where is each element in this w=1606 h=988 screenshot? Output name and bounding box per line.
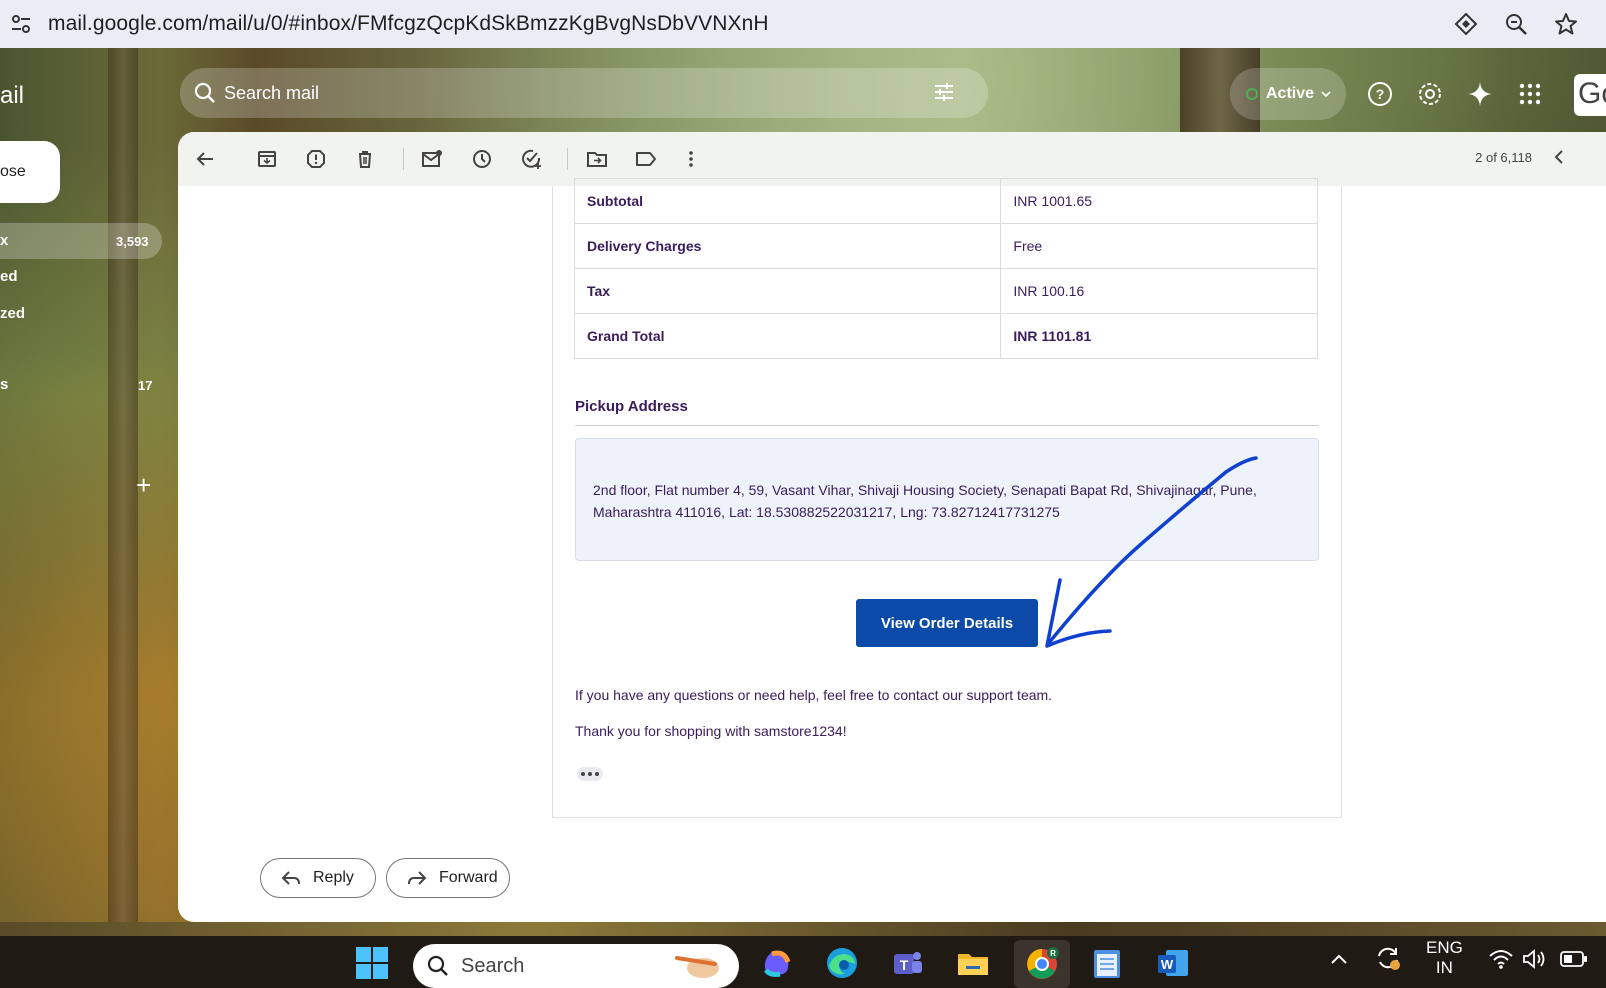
- toolbar-divider: [403, 148, 404, 170]
- summary-label: Subtotal: [573, 178, 1002, 224]
- summary-label: Tax: [573, 268, 1002, 314]
- divider: [575, 425, 1319, 426]
- summary-value: INR 1001.65: [1000, 178, 1318, 224]
- notepad-icon[interactable]: [1090, 946, 1124, 980]
- volume-icon[interactable]: [1522, 948, 1548, 975]
- gemini-sparkle-icon[interactable]: [1466, 80, 1494, 108]
- battery-icon[interactable]: [1560, 950, 1588, 973]
- label-tag-icon[interactable]: [633, 146, 659, 172]
- zoom-icon[interactable]: [1502, 10, 1530, 38]
- language-code: ENG: [1426, 938, 1463, 957]
- table-row: Tax INR 100.16: [573, 268, 1318, 314]
- windows-start-icon[interactable]: [355, 946, 389, 980]
- chevron-up-icon[interactable]: [1330, 950, 1348, 970]
- settings-gear-icon[interactable]: [1416, 80, 1444, 108]
- region-code: IN: [1435, 958, 1453, 977]
- table-row: Subtotal INR 1001.65: [573, 178, 1318, 224]
- search-bar[interactable]: [180, 68, 988, 118]
- search-icon: [427, 955, 448, 976]
- table-row: Delivery Charges Free: [573, 223, 1318, 269]
- snooze-clock-icon[interactable]: [469, 146, 495, 172]
- copilot-icon[interactable]: [760, 946, 794, 980]
- support-help-text: If you have any questions or need help, …: [575, 687, 1053, 703]
- sidebar-inbox-count: 3,593: [116, 234, 149, 249]
- sidebar-item-drafts[interactable]: s: [0, 376, 8, 393]
- annotation-arrow: [1045, 456, 1258, 648]
- forward-button[interactable]: Forward: [386, 858, 510, 898]
- sidebar-drafts-count: 17: [138, 378, 153, 393]
- compose-button[interactable]: ose: [0, 141, 60, 203]
- edge-browser-icon[interactable]: [825, 946, 859, 980]
- desktop-strip: [0, 922, 1606, 936]
- search-highlight-icon: [675, 956, 719, 978]
- sidebar-item-snoozed[interactable]: zed: [0, 305, 25, 322]
- chrome-icon[interactable]: R: [1014, 940, 1070, 988]
- back-arrow-icon[interactable]: [192, 146, 218, 172]
- summary-label: Delivery Charges: [573, 223, 1002, 269]
- sidebar-item-inbox[interactable]: x: [0, 232, 8, 249]
- forward-arrow-icon: [407, 870, 427, 886]
- summary-value: Free: [1000, 223, 1318, 269]
- delete-trash-icon[interactable]: [352, 146, 378, 172]
- reply-label: Reply: [313, 869, 354, 886]
- table-row: Grand Total INR 1101.81: [573, 313, 1318, 359]
- archive-icon[interactable]: [254, 146, 280, 172]
- pagination-count: 2 of 6,118: [1475, 150, 1532, 165]
- summary-value: INR 100.16: [1000, 268, 1318, 314]
- move-to-folder-icon[interactable]: [584, 146, 610, 172]
- word-icon[interactable]: W: [1156, 946, 1190, 980]
- status-label: Active: [1266, 85, 1315, 102]
- sidebar-item-starred[interactable]: ed: [0, 268, 18, 285]
- report-spam-icon[interactable]: [303, 146, 329, 172]
- wifi-icon[interactable]: [1488, 948, 1514, 975]
- search-input[interactable]: [224, 82, 884, 104]
- view-order-details-button[interactable]: View Order Details: [856, 599, 1038, 647]
- sync-icon[interactable]: [1374, 944, 1402, 977]
- pickup-address-heading: Pickup Address: [575, 398, 688, 415]
- status-selector[interactable]: Active: [1230, 68, 1346, 120]
- apps-grid-icon[interactable]: [1516, 80, 1544, 108]
- summary-value: INR 1101.81: [1000, 313, 1318, 359]
- active-status-dot: [1246, 88, 1258, 100]
- reply-button[interactable]: Reply: [260, 858, 376, 898]
- windows-taskbar: Search T R W ENG IN: [0, 936, 1606, 988]
- svg-text:W: W: [1161, 957, 1174, 972]
- create-label-plus-icon[interactable]: +: [136, 470, 151, 501]
- bookmark-star-icon[interactable]: [1552, 10, 1580, 38]
- tree-trunk: [108, 48, 138, 928]
- help-icon[interactable]: ?: [1366, 80, 1394, 108]
- file-explorer-icon[interactable]: [956, 946, 990, 980]
- chevron-down-icon: [1321, 91, 1331, 98]
- taskbar-search[interactable]: Search: [413, 944, 739, 988]
- add-task-icon[interactable]: [518, 146, 544, 172]
- language-indicator[interactable]: ENG IN: [1426, 938, 1463, 978]
- toolbar-divider: [567, 148, 568, 170]
- svg-text:T: T: [900, 957, 909, 973]
- order-summary-table: Subtotal INR 1001.65 Delivery Charges Fr…: [573, 178, 1318, 359]
- gmail-logo[interactable]: ail: [0, 82, 24, 110]
- chevron-left-icon[interactable]: [1552, 146, 1566, 173]
- forward-label: Forward: [439, 869, 498, 886]
- show-trimmed-content-button[interactable]: [577, 767, 603, 781]
- search-options-icon[interactable]: [932, 80, 956, 109]
- extension-icon[interactable]: [1452, 10, 1480, 38]
- omnibox[interactable]: mail.google.com/mail/u/0/#inbox/FMfcgzQc…: [0, 2, 1590, 46]
- account-avatar[interactable]: Go: [1574, 74, 1606, 116]
- site-settings-icon[interactable]: [6, 9, 36, 39]
- summary-label: Grand Total: [573, 313, 1002, 359]
- more-options-icon[interactable]: [678, 146, 704, 172]
- taskbar-search-label: Search: [461, 954, 525, 977]
- teams-icon[interactable]: T: [890, 946, 924, 980]
- browser-address-bar: mail.google.com/mail/u/0/#inbox/FMfcgzQc…: [0, 0, 1606, 48]
- url-text[interactable]: mail.google.com/mail/u/0/#inbox/FMfcgzQc…: [48, 12, 769, 36]
- reply-arrow-icon: [281, 870, 301, 886]
- mark-unread-icon[interactable]: [419, 146, 445, 172]
- svg-text:?: ?: [1376, 86, 1385, 102]
- search-icon[interactable]: [192, 80, 218, 106]
- svg-text:R: R: [1050, 949, 1056, 958]
- thanks-text: Thank you for shopping with samstore1234…: [575, 723, 847, 739]
